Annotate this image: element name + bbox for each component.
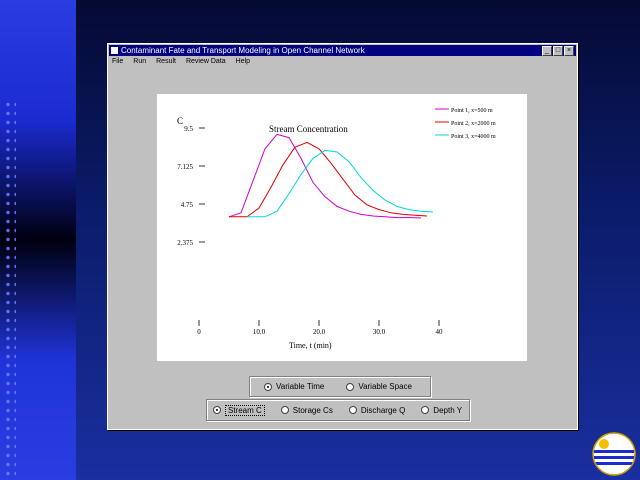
y-tick-label: 7.125 — [177, 163, 193, 171]
university-logo — [592, 432, 636, 476]
title-bar[interactable]: Contaminant Fate and Transport Modeling … — [109, 45, 576, 56]
variable-time-label: Variable Time — [276, 382, 325, 391]
y-tick-label: 2.375 — [177, 239, 193, 247]
menu-run[interactable]: Run — [133, 57, 146, 67]
app-icon — [111, 47, 118, 54]
chart-panel: Stream Concentration C Time, t (min) 2.375 4… — [157, 94, 527, 361]
variable-space-radio[interactable]: Variable Space — [346, 382, 412, 391]
storage-cs-label: Storage Cs — [292, 405, 333, 415]
menu-file[interactable]: File — [112, 57, 123, 67]
legend-label-3: Point 3, x=4000 m — [451, 134, 496, 140]
stream-c-radio[interactable]: Stream C — [213, 404, 265, 416]
window-title: Contaminant Fate and Transport Modeling … — [121, 46, 365, 55]
x-axis-label: Time, t (min) — [289, 341, 332, 350]
menu-bar: File Run Result Review Data Help — [112, 57, 250, 67]
x-tick-label: 40 — [436, 328, 444, 336]
x-tick-label: 30.0 — [373, 328, 386, 336]
close-button[interactable]: × — [564, 46, 574, 56]
discharge-q-label: Discharge Q — [360, 405, 406, 415]
discharge-q-radio-circle — [348, 406, 357, 414]
depth-y-label: Depth Y — [433, 405, 463, 415]
side-dot-pattern — [4, 100, 16, 480]
menu-help[interactable]: Help — [236, 57, 250, 67]
x-tick-label: 10.0 — [253, 328, 266, 336]
depth-y-radio-circle — [421, 406, 430, 414]
mode-group: Variable Time Variable Space — [249, 376, 431, 397]
variable-group: Stream C Storage Cs Discharge Q Depth Y — [206, 399, 470, 421]
storage-cs-radio-circle — [280, 406, 289, 414]
variable-time-radio[interactable]: Variable Time — [264, 382, 324, 391]
x-tick-label: 20.0 — [313, 328, 326, 336]
variable-time-radio-circle — [264, 382, 272, 391]
legend-label-2: Point 2, x=2000 m — [451, 121, 496, 127]
y-tick-label: 9.5 — [184, 125, 193, 133]
stream-c-label: Stream C — [225, 404, 265, 416]
minimize-button[interactable]: _ — [542, 46, 552, 56]
discharge-q-radio[interactable]: Discharge Q — [348, 405, 406, 415]
variable-space-radio-circle — [346, 382, 355, 391]
menu-review-data[interactable]: Review Data — [186, 57, 226, 67]
legend-label-1: Point 1, x=500 m — [451, 108, 493, 114]
maximize-button[interactable]: □ — [553, 46, 563, 56]
variable-space-label: Variable Space — [358, 382, 412, 391]
series-line-2 — [229, 141, 428, 218]
x-tick-label: 0 — [197, 328, 201, 336]
storage-cs-radio[interactable]: Storage Cs — [280, 405, 333, 415]
concentration-chart: Stream Concentration C Time, t (min) 2.375 4… — [177, 108, 496, 350]
stream-c-radio-circle — [213, 406, 221, 414]
menu-result[interactable]: Result — [156, 57, 176, 67]
chart-title: Stream Concentration — [269, 124, 348, 134]
y-tick-label: 4.75 — [181, 201, 194, 209]
depth-y-radio[interactable]: Depth Y — [421, 406, 462, 415]
series-line-3 — [247, 149, 434, 218]
series-line-1 — [228, 133, 422, 219]
y-axis-label: C — [177, 116, 183, 126]
app-window: Contaminant Fate and Transport Modeling … — [107, 43, 578, 430]
